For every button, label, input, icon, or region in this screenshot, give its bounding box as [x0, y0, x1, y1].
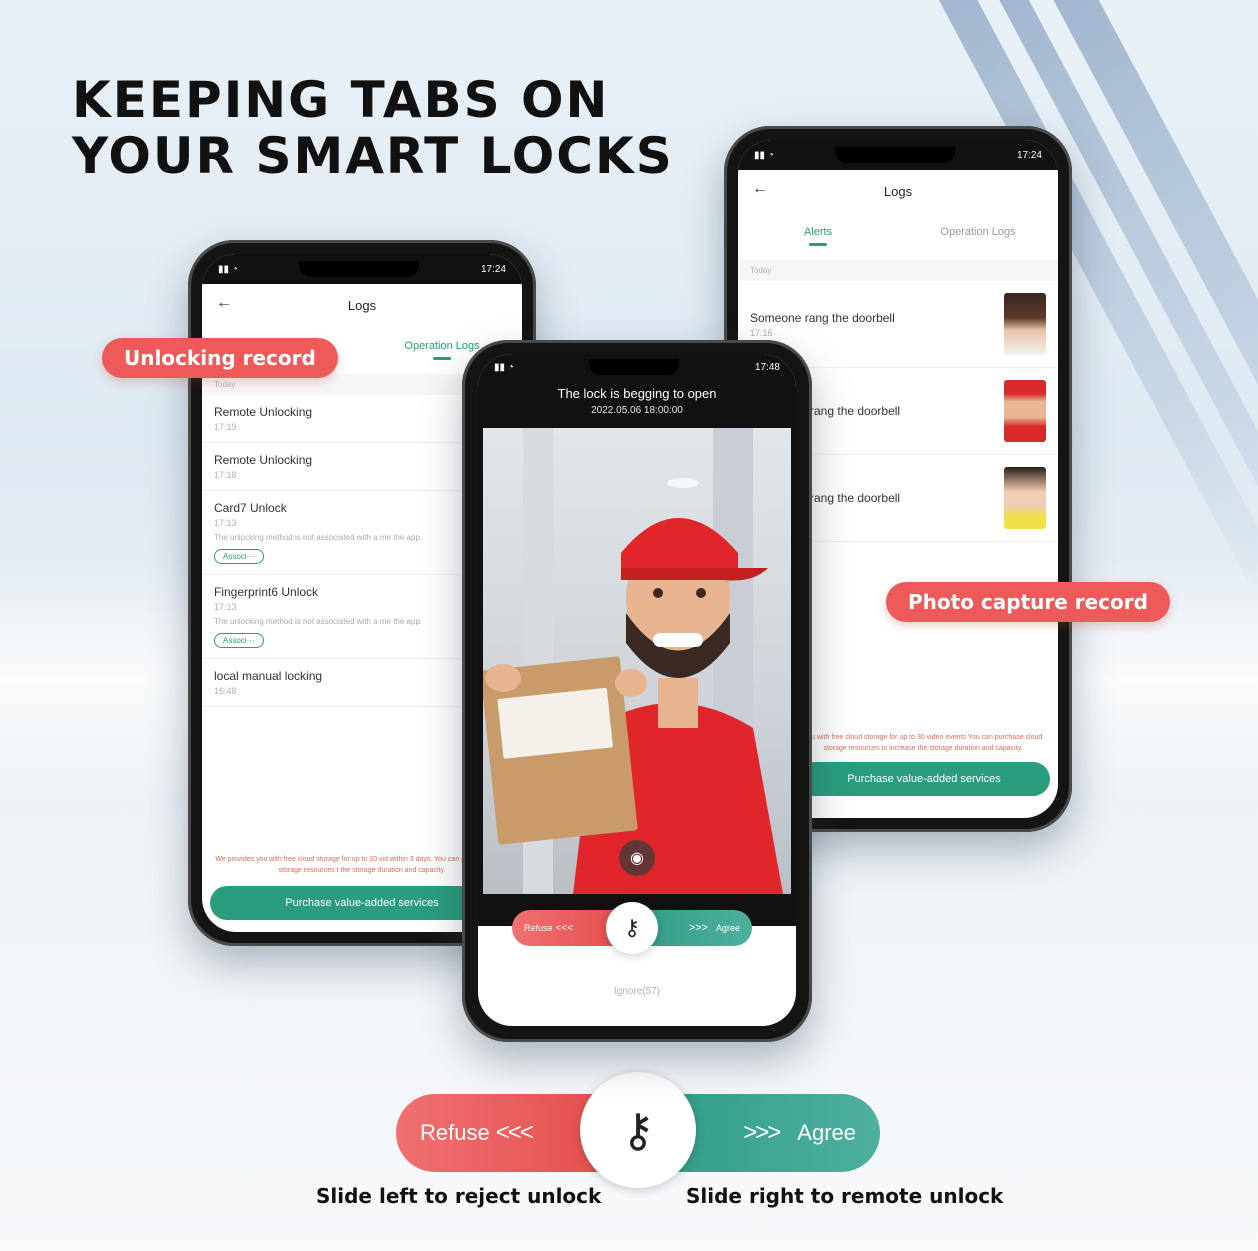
photo-capture-record-label: Photo capture record — [886, 582, 1170, 622]
visitor-photo[interactable] — [1004, 293, 1046, 355]
agree-arrows: >>> — [688, 922, 708, 934]
headline-line2: YOUR SMART LOCKS — [72, 127, 674, 185]
alert-title: Someone rang the doorbell — [750, 310, 895, 325]
signal-icon: ▮▮ ◔ — [218, 263, 238, 275]
status-time: 17:24 — [1016, 149, 1042, 161]
phone-notch — [589, 359, 680, 375]
status-bar: ▮▮ ◔ 17:24 — [738, 140, 1058, 170]
agree-label: Agree — [797, 1120, 856, 1145]
key-icon[interactable]: ⚷ — [580, 1072, 696, 1188]
camera-header: The lock is begging to open 2022.05.06 1… — [478, 380, 796, 428]
status-time: 17:48 — [754, 361, 780, 373]
camera-title: The lock is begging to open — [557, 386, 717, 401]
page-title: Logs — [347, 297, 377, 313]
purchase-services-button[interactable]: Purchase value-added services — [798, 762, 1050, 796]
refuse-arrows: <<< — [555, 922, 574, 934]
back-arrow-icon[interactable]: ← — [216, 294, 232, 312]
headline: KEEPING TABS ON YOUR SMART LOCKS — [72, 72, 674, 184]
tab-alerts[interactable]: Alerts — [738, 226, 898, 246]
unlock-slider-small[interactable]: Refuse <<< >>> Agree ⚷ — [512, 902, 752, 954]
phone-notch — [299, 261, 420, 277]
signal-icon: ▮▮ ◔ — [754, 149, 774, 161]
logs-header: ← Logs — [738, 170, 1058, 212]
key-icon[interactable]: ⚷ — [606, 902, 658, 954]
logs-header: ← Logs — [202, 284, 522, 326]
center-phone-screen: ▮▮ ◔ 17:48 The lock is begging to open 2… — [478, 354, 796, 1026]
signal-icon: ▮▮ ◔ — [494, 361, 514, 373]
refuse-label: Refuse — [420, 1120, 490, 1145]
phone-notch — [835, 147, 956, 163]
slide-left-caption: Slide left to reject unlock — [316, 1184, 602, 1208]
camera-capture-icon[interactable]: ◉ — [619, 840, 655, 876]
back-arrow-icon[interactable]: ← — [752, 180, 768, 198]
status-bar: ▮▮ ◔ 17:48 — [478, 354, 796, 380]
headline-line1: KEEPING TABS ON — [72, 71, 610, 129]
promo-canvas: KEEPING TABS ON YOUR SMART LOCKS ▮▮ ◔ 17… — [0, 0, 1258, 1251]
associate-button[interactable]: Associ··· — [214, 549, 264, 564]
visitor-photo[interactable] — [1004, 380, 1046, 442]
associate-button[interactable]: Associ··· — [214, 633, 264, 648]
logs-tabs: Alerts Operation Logs — [738, 212, 1058, 252]
tab-operation-logs[interactable]: Operation Logs — [898, 226, 1058, 238]
status-bar: ▮▮ ◔ 17:24 — [202, 254, 522, 284]
refuse-arrows: <<< — [495, 1119, 534, 1146]
camera-date: 2022.05.06 18:00:00 — [591, 405, 683, 416]
slide-right-caption: Slide right to remote unlock — [686, 1184, 1004, 1208]
section-today: Today — [738, 260, 1058, 281]
visitor-photo[interactable] — [1004, 467, 1046, 529]
camera-live-view[interactable]: ◉ — [483, 428, 791, 894]
center-phone: ▮▮ ◔ 17:48 The lock is begging to open 2… — [462, 340, 812, 1042]
status-time: 17:24 — [480, 263, 506, 275]
ignore-button[interactable]: Ignore(57) — [478, 986, 796, 997]
agree-label: Agree — [715, 923, 740, 933]
page-title: Logs — [883, 183, 913, 199]
refuse-label: Refuse — [524, 923, 553, 933]
unlocking-record-label: Unlocking record — [102, 338, 338, 378]
unlock-slider-large[interactable]: Refuse <<< >>> Agree ⚷ — [396, 1072, 880, 1188]
alert-time: 17:16 — [750, 327, 773, 338]
delivery-person-illustration — [483, 428, 783, 894]
agree-arrows: >>> — [743, 1119, 781, 1146]
